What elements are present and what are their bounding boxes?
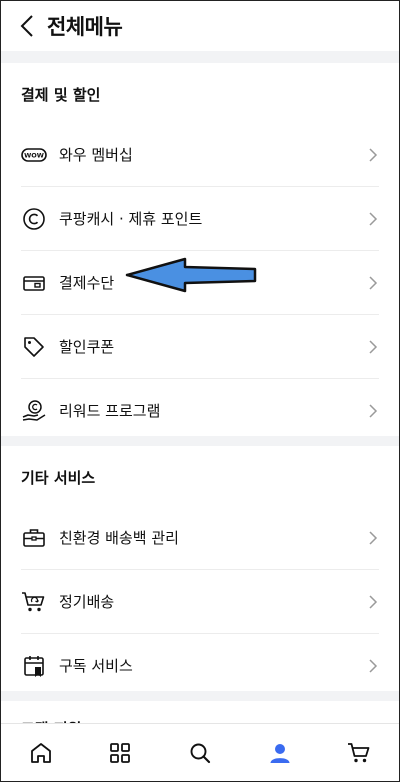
wallet-card-icon — [23, 275, 45, 291]
tab-search[interactable] — [180, 733, 220, 773]
wow-badge-text: WOW — [24, 151, 44, 159]
menu-item-wow-membership[interactable]: WOW 와우 멤버십 — [21, 123, 379, 187]
menu-item-subscription-delivery[interactable]: 정기배송 — [21, 570, 379, 634]
copyright-icon — [23, 207, 45, 230]
chevron-right-icon — [369, 403, 378, 418]
chevron-left-icon — [20, 15, 33, 37]
tab-my-page[interactable] — [260, 733, 300, 773]
coin-hand-icon — [22, 399, 46, 421]
menu-item-reward-program[interactable]: 리워드 프로그램 — [21, 379, 379, 442]
menu-item-label: 정기배송 — [59, 593, 115, 611]
menu-item-discount-coupon[interactable]: 할인쿠폰 — [21, 315, 379, 379]
menu-item-label: 친환경 배송백 관리 — [59, 529, 179, 547]
chevron-right-icon — [369, 211, 378, 226]
section-customer-support: 고객 지원 — [1, 701, 399, 723]
search-icon — [190, 743, 211, 764]
section-title: 기타 서비스 — [21, 469, 96, 487]
back-button[interactable] — [11, 6, 43, 46]
annotation-arrow — [125, 257, 257, 293]
menu-item-subscription-service[interactable]: 구독 서비스 — [21, 634, 379, 697]
tab-cart[interactable] — [339, 733, 379, 773]
menu-item-coupang-cash[interactable]: 쿠팡캐시 · 제휴 포인트 — [21, 187, 379, 251]
app-frame: 전체메뉴 결제 및 할인 WOW 와우 멤버십 쿠팡캐시 · 제휴 포인트 결제… — [0, 0, 400, 782]
profile-icon — [270, 744, 290, 763]
menu-item-eco-bag[interactable]: 친환경 배송백 관리 — [21, 506, 379, 570]
menu-item-label: 와우 멤버십 — [59, 146, 133, 164]
header: 전체메뉴 — [1, 1, 399, 51]
bottom-tab-bar — [1, 723, 399, 781]
menu-item-label: 구독 서비스 — [59, 657, 133, 675]
briefcase-icon — [23, 528, 45, 547]
category-grid-icon — [110, 743, 131, 763]
divider-band — [1, 51, 399, 63]
section-payment-discount: 결제 및 할인 WOW 와우 멤버십 쿠팡캐시 · 제휴 포인트 결제수단 할인… — [1, 63, 399, 442]
wow-badge-icon: WOW — [21, 147, 47, 162]
recurring-cart-icon — [22, 591, 45, 611]
home-icon — [30, 743, 51, 763]
cart-icon — [348, 743, 370, 763]
menu-item-label: 쿠팡캐시 · 제휴 포인트 — [59, 210, 203, 228]
tab-category[interactable] — [100, 733, 140, 773]
section-other-services: 기타 서비스 친환경 배송백 관리 정기배송 구독 서비스 — [1, 446, 399, 697]
chevron-right-icon — [369, 339, 378, 354]
section-title: 결제 및 할인 — [21, 86, 101, 104]
calendar-bookmark-icon — [24, 655, 44, 677]
tab-home[interactable] — [21, 733, 61, 773]
chevron-right-icon — [369, 658, 378, 673]
menu-item-label: 리워드 프로그램 — [59, 402, 161, 420]
menu-item-label: 할인쿠폰 — [59, 338, 115, 356]
divider-band — [1, 691, 399, 701]
chevron-right-icon — [369, 530, 378, 545]
chevron-right-icon — [369, 275, 378, 290]
tag-icon — [24, 336, 44, 357]
chevron-right-icon — [369, 594, 378, 609]
page-title: 전체메뉴 — [47, 15, 123, 39]
divider-band — [1, 436, 399, 446]
chevron-right-icon — [369, 147, 378, 162]
section-title: 고객 지원 — [1, 701, 399, 723]
